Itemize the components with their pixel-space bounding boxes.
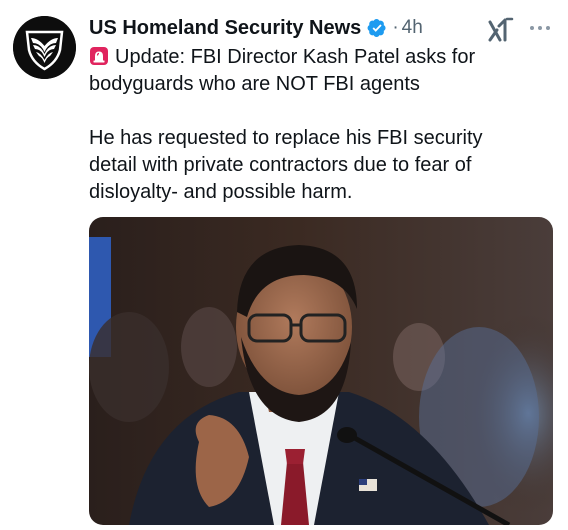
timestamp[interactable]: 4h bbox=[402, 17, 423, 39]
tweet-text: Update: FBI Director Kash Patel asks for… bbox=[89, 44, 529, 206]
tweet: US Homeland Security News · 4h Update: F… bbox=[0, 0, 568, 530]
more-dots-icon[interactable] bbox=[527, 20, 553, 36]
shield-eagle-logo bbox=[13, 16, 76, 79]
police-light-emoji-icon bbox=[89, 46, 109, 66]
grok-icon[interactable] bbox=[486, 16, 516, 44]
verified-badge-icon[interactable] bbox=[367, 18, 387, 38]
headline-text: Update: FBI Director Kash Patel asks for… bbox=[89, 46, 476, 95]
tweet-photo[interactable] bbox=[89, 217, 553, 525]
tweet-header: US Homeland Security News · 4h bbox=[89, 14, 423, 42]
avatar[interactable] bbox=[13, 16, 76, 79]
headline-paragraph: Update: FBI Director Kash Patel asks for… bbox=[89, 44, 529, 98]
photo-image bbox=[89, 217, 553, 525]
author-name[interactable]: US Homeland Security News bbox=[89, 17, 361, 40]
body-paragraph: He has requested to replace his FBI secu… bbox=[89, 127, 483, 203]
separator-dot: · bbox=[392, 17, 399, 38]
